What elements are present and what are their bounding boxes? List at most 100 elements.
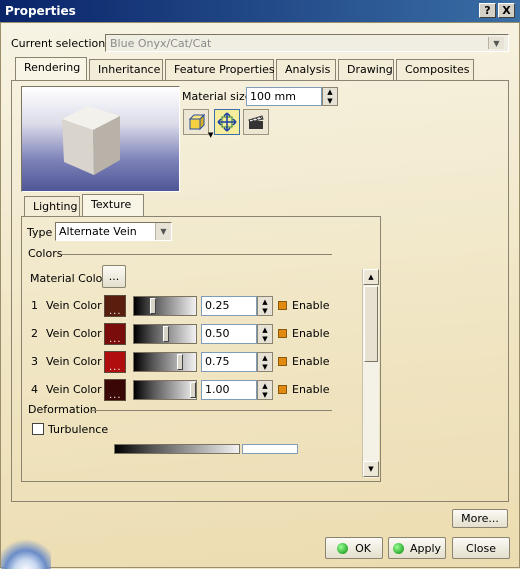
- vein-value-spinner[interactable]: ▲ ▼: [257, 380, 273, 400]
- tab-drawing[interactable]: Drawing: [338, 59, 394, 81]
- scroll-up-icon[interactable]: ▲: [363, 269, 379, 285]
- cube-mapping-icon: [188, 113, 205, 131]
- tab-texture[interactable]: Texture: [82, 194, 144, 217]
- material-color-label: Material Color: [30, 272, 107, 285]
- texture-scrollbar[interactable]: ▲ ▼: [362, 269, 379, 478]
- vein-row: 1 Vein Color 0.25 ▲▼ Enable: [22, 294, 362, 318]
- spin-up-icon[interactable]: ▲: [258, 381, 272, 390]
- turbulence-checkbox[interactable]: [32, 423, 44, 435]
- spin-down-icon[interactable]: ▼: [258, 390, 272, 399]
- vein-color-swatch[interactable]: [104, 295, 126, 317]
- cube-preview-icon: [62, 106, 120, 175]
- slider-thumb[interactable]: [150, 298, 156, 314]
- type-label: Type: [27, 226, 53, 239]
- vein-value-input[interactable]: 0.50: [201, 324, 257, 344]
- colors-group-label: Colors: [28, 247, 63, 260]
- window-title: Properties: [5, 4, 76, 18]
- material-size-label: Material size:: [182, 90, 256, 103]
- vein-level-slider[interactable]: [133, 324, 197, 344]
- mapping-dropdown-icon[interactable]: ▼: [208, 131, 213, 139]
- slider-thumb[interactable]: [190, 382, 196, 398]
- vein-color-label: Vein Color: [46, 355, 102, 368]
- vein-number: 1: [31, 299, 38, 312]
- clapper-button[interactable]: [243, 109, 269, 135]
- vein-color-label: Vein Color: [46, 327, 102, 340]
- chevron-down-icon: ▼: [155, 223, 171, 240]
- enable-label: Enable: [292, 327, 330, 340]
- vein-color-swatch[interactable]: [104, 351, 126, 373]
- ok-green-icon: [337, 542, 349, 554]
- tab-inheritance[interactable]: Inheritance: [89, 59, 163, 81]
- spin-up-icon[interactable]: ▲: [258, 325, 272, 334]
- vein-row: 3 Vein Color 0.75 ▲▼ Enable: [22, 350, 362, 374]
- close-button[interactable]: Close: [452, 537, 510, 559]
- clapperboard-icon: [248, 115, 264, 129]
- tab-analysis[interactable]: Analysis: [276, 59, 336, 81]
- fit-size-button[interactable]: [214, 109, 240, 135]
- vein-level-slider[interactable]: [133, 352, 197, 372]
- vein-value-input[interactable]: 0.25: [201, 296, 257, 316]
- material-size-input[interactable]: 100 mm: [246, 87, 322, 106]
- vein-number: 3: [31, 355, 38, 368]
- deformation-group-divider: [90, 410, 332, 411]
- vein-color-swatch[interactable]: [104, 323, 126, 345]
- tab-lighting[interactable]: Lighting: [24, 196, 80, 216]
- turbulence-label: Turbulence: [48, 423, 109, 436]
- window-close-button[interactable]: X: [498, 3, 515, 18]
- fit-arrows-icon: [217, 112, 237, 132]
- enable-indicator-icon[interactable]: [278, 385, 287, 394]
- rendering-panel: Material size: 100 mm ▲ ▼ ▼ Lighting Tex…: [11, 80, 509, 502]
- slider-thumb[interactable]: [177, 354, 183, 370]
- spin-up-icon[interactable]: ▲: [323, 88, 337, 97]
- material-preview: [21, 86, 180, 192]
- vein-value-spinner[interactable]: ▲ ▼: [257, 352, 273, 372]
- vein-value-input[interactable]: 1.00: [201, 380, 257, 400]
- material-color-button[interactable]: ...: [102, 265, 126, 288]
- title-bar: Properties ? X: [0, 0, 520, 22]
- ok-button[interactable]: OK: [325, 537, 383, 559]
- mapping-cube-button[interactable]: [183, 109, 209, 135]
- more-button[interactable]: More...: [452, 509, 508, 528]
- slider-thumb[interactable]: [163, 326, 169, 342]
- vein-row: 4 Vein Color 1.00 ▲▼ Enable: [22, 378, 362, 402]
- spin-down-icon[interactable]: ▼: [258, 362, 272, 371]
- vein-value-spinner[interactable]: ▲ ▼: [257, 296, 273, 316]
- apply-green-icon: [392, 542, 404, 554]
- spin-down-icon[interactable]: ▼: [258, 334, 272, 343]
- vein-level-slider[interactable]: [133, 380, 197, 400]
- tab-composites[interactable]: Composites: [396, 59, 474, 81]
- material-size-spinner[interactable]: ▲ ▼: [322, 87, 338, 106]
- texture-panel: Type Alternate Vein ▼ Colors Material Co…: [21, 216, 381, 482]
- vein-row: 2 Vein Color 0.50 ▲▼ Enable: [22, 322, 362, 346]
- vein-color-swatch[interactable]: [104, 379, 126, 401]
- spin-down-icon[interactable]: ▼: [258, 306, 272, 315]
- enable-indicator-icon[interactable]: [278, 301, 287, 310]
- vein-level-slider[interactable]: [133, 296, 197, 316]
- help-button[interactable]: ?: [479, 3, 496, 18]
- scrollbar-thumb[interactable]: [364, 286, 378, 362]
- vein-value-spinner[interactable]: ▲ ▼: [257, 324, 273, 344]
- enable-label: Enable: [292, 299, 330, 312]
- deformation-slider-partial[interactable]: [114, 444, 240, 454]
- dialog-client: Current selection : Blue Onyx/Cat/Cat ▼ …: [0, 22, 520, 569]
- type-select-value: Alternate Vein: [59, 225, 137, 238]
- spin-down-icon[interactable]: ▼: [323, 97, 337, 106]
- vein-value-input[interactable]: 0.75: [201, 352, 257, 372]
- tab-feature-properties[interactable]: Feature Properties: [165, 59, 275, 81]
- chevron-down-icon: ▼: [488, 37, 504, 49]
- scroll-down-icon[interactable]: ▼: [363, 461, 379, 477]
- current-selection-value: Blue Onyx/Cat/Cat: [110, 37, 212, 50]
- enable-indicator-icon[interactable]: [278, 329, 287, 338]
- current-selection-label: Current selection :: [11, 37, 113, 50]
- enable-indicator-icon[interactable]: [278, 357, 287, 366]
- type-select[interactable]: Alternate Vein ▼: [55, 222, 172, 241]
- vein-number: 4: [31, 383, 38, 396]
- current-selection-combo[interactable]: Blue Onyx/Cat/Cat ▼: [105, 34, 509, 52]
- apply-button[interactable]: Apply: [388, 537, 446, 559]
- deformation-value-partial[interactable]: [242, 444, 298, 454]
- enable-label: Enable: [292, 355, 330, 368]
- spin-up-icon[interactable]: ▲: [258, 353, 272, 362]
- spin-up-icon[interactable]: ▲: [258, 297, 272, 306]
- tab-rendering[interactable]: Rendering: [15, 57, 87, 81]
- vein-number: 2: [31, 327, 38, 340]
